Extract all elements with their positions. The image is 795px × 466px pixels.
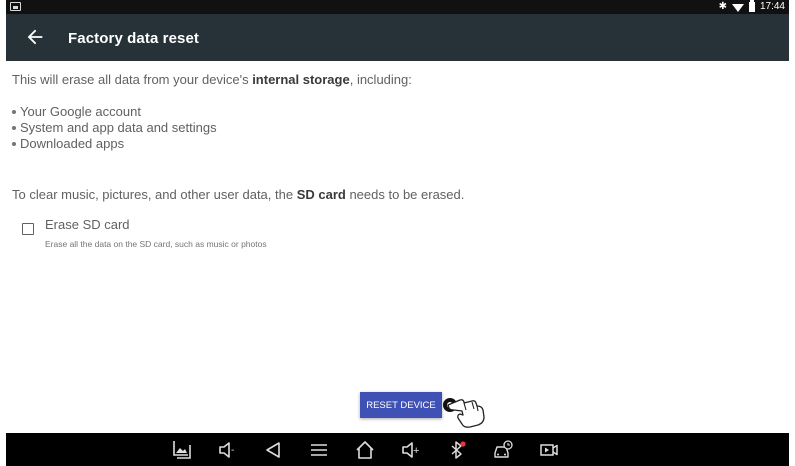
erase-sd-subtitle: Erase all the data on the SD card, such … [45,239,267,249]
erase-sd-card-option[interactable]: Erase SD card Erase all the data on the … [18,214,418,254]
sd-prefix: To clear music, pictures, and other user… [12,187,297,202]
pointing-hand-icon [443,398,485,428]
screenshot-icon[interactable] [170,439,192,461]
navigation-bar: - + [6,433,789,466]
notification-image-icon [10,2,21,11]
list-item: Downloaded apps [12,136,217,152]
sd-card-text: To clear music, pictures, and other user… [12,187,464,202]
home-icon[interactable] [354,439,376,461]
intro-suffix: , including: [349,72,412,87]
bluetooth-icon: ✱ [718,1,727,12]
video-record-icon[interactable] [538,439,560,461]
erase-list: Your Google account System and app data … [12,104,217,152]
sd-bold: SD card [296,187,346,202]
wifi-icon [731,3,744,12]
status-time: 17:44 [759,1,785,12]
page-title: Factory data reset [68,30,200,47]
bluetooth-icon[interactable] [446,439,468,461]
arrow-left-icon[interactable] [24,26,46,48]
status-bar: ✱ 17:44 [6,0,789,14]
volume-up-label: + [413,445,419,457]
reset-device-button[interactable]: RESET DEVICE [360,392,442,418]
toolbar: Factory data reset [6,14,789,61]
battery-icon [748,0,755,12]
list-item: Your Google account [12,104,217,120]
intro-prefix: This will erase all data from your devic… [12,72,253,87]
app-window: ✱ 17:44 Factory data reset This will era… [6,0,789,466]
erase-sd-title: Erase SD card [45,217,130,232]
menu-icon[interactable] [308,439,330,461]
list-item: System and app data and settings [12,120,217,136]
bluetooth-badge [460,441,466,447]
volume-down-icon[interactable]: - [216,439,238,461]
car-diagnostics-icon[interactable] [492,439,514,461]
erase-sd-checkbox[interactable] [22,223,34,235]
status-icons: ✱ 17:44 [719,0,785,14]
intro-bold: internal storage [252,72,350,87]
volume-up-icon[interactable]: + [400,439,422,461]
intro-text: This will erase all data from your devic… [12,72,412,87]
sd-suffix: needs to be erased. [345,187,465,202]
volume-down-label: - [231,445,234,456]
back-icon[interactable] [262,439,284,461]
